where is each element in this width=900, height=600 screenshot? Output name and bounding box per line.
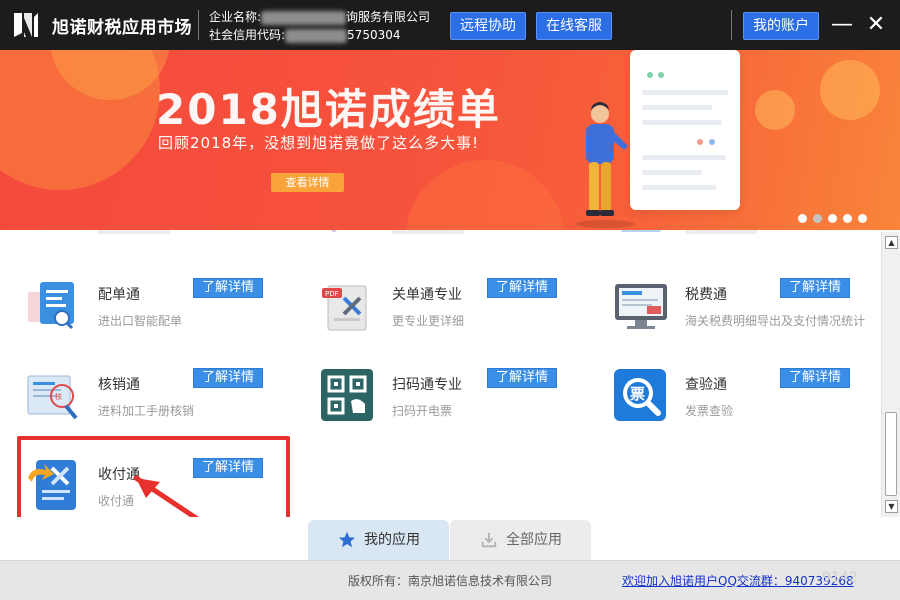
company-info: 企业名称: 询服务有限公司 社会信用代码: 5750304 [209,8,430,44]
partial-row [392,230,464,234]
app-description: 进料加工手册核销 [98,404,195,418]
app-name: 税费通 [685,287,727,303]
close-button[interactable]: ✕ [865,12,887,38]
learn-more-button[interactable]: 了解详情 [780,368,850,388]
redacted-company-name [261,10,347,25]
app-card[interactable]: PDF 关单通专业 更专业更详细 了解详情 [320,278,600,368]
tab-label: 我的应用 [364,532,420,548]
footer: 版权所有：南京旭诺信息技术有限公司 欢迎加入旭诺用户QQ交流群：94073926… [0,560,900,600]
credit-code-suffix: 5750304 [347,28,401,42]
tab-all-apps[interactable]: 全部应用 [450,520,591,560]
partial-row [685,230,757,234]
app-card[interactable]: 票 查验通 发票查验 了解详情 [613,368,881,458]
app-card[interactable]: 配单通 进出口智能配单 了解详情 [26,278,306,368]
app-card[interactable]: 税费通 海关税费明细导出及支付情况统计 了解详情 [613,278,881,368]
learn-more-button[interactable]: 了解详情 [193,368,263,388]
pdf-tools-icon: PDF [322,285,367,331]
app-name: 查验通 [685,377,727,393]
invoice-doc-icon [28,282,74,330]
app-description: 发票查验 [685,404,734,418]
app-description: 扫码开电票 [392,404,453,418]
remote-assist-button[interactable]: 远程协助 [450,12,526,40]
online-service-button[interactable]: 在线客服 [536,12,612,40]
qr-code-icon [321,369,373,421]
carousel-dot[interactable] [843,214,852,223]
banner-subtitle: 回顾2018年，没想到旭诺竟做了这么多大事! [158,134,480,152]
promo-banner[interactable]: 2018旭诺成绩单 回顾2018年，没想到旭诺竟做了这么多大事! 查看详情 [0,50,900,230]
tax-monitor-icon [615,284,667,329]
partial-row [98,230,170,234]
app-name: 关单通专业 [392,287,462,303]
scroll-thumb[interactable] [885,412,897,496]
banner-decoration [405,160,565,230]
tab-label: 全部应用 [506,532,562,548]
divider [198,10,199,40]
partial-row [621,230,661,232]
learn-more-button[interactable]: 了解详情 [487,368,557,388]
star-icon [338,531,356,548]
banner-title: 2018旭诺成绩单 [156,85,501,134]
app-name: 核销通 [98,377,140,393]
svg-text:PDF: PDF [325,290,339,298]
audit-stamp-icon: 核 [27,375,78,420]
minimize-button[interactable]: — [831,12,853,38]
app-name: 扫码通专业 [392,377,462,393]
invoice-search-icon: 票 [614,369,666,421]
app-description: 更专业更详细 [392,314,465,328]
banner-decoration [755,90,795,130]
carousel-dot[interactable] [828,214,837,223]
learn-more-button[interactable]: 了解详情 [487,278,557,298]
banner-decoration [820,60,880,120]
app-card[interactable]: 扫码通专业 扫码开电票 了解详情 [320,368,600,458]
svg-text:票: 票 [630,385,645,403]
app-title: 旭诺财税应用市场 [52,18,192,38]
divider [731,10,732,40]
company-name-label: 企业名称: [209,10,262,24]
app-logo-icon [14,13,38,37]
scroll-up-arrow-icon[interactable]: ▲ [885,236,898,249]
person-illustration-icon [575,102,635,228]
report-paper-illustration [630,50,740,210]
company-name-suffix: 询服务有限公司 [346,10,431,24]
report-lines-icon [642,72,728,190]
vertical-scrollbar[interactable]: ▲ ▼ [881,232,900,518]
partial-row [331,230,337,232]
watermark: 9142 [822,570,858,586]
copyright-text: 版权所有：南京旭诺信息技术有限公司 [348,574,553,588]
learn-more-button[interactable]: 了解详情 [780,278,850,298]
app-description: 海关税费明细导出及支付情况统计 [685,314,866,328]
svg-text:核: 核 [55,392,62,401]
learn-more-button[interactable]: 了解详情 [193,278,263,298]
tab-bar: 我的应用 全部应用 [0,517,900,560]
view-details-button[interactable]: 查看详情 [271,173,344,192]
carousel-dot-active[interactable] [813,214,822,223]
title-bar: 旭诺财税应用市场 企业名称: 询服务有限公司 社会信用代码: 5750304 远程协… [0,0,900,50]
download-icon [481,532,497,548]
app-name: 配单通 [98,287,140,303]
scroll-down-arrow-icon[interactable]: ▼ [885,500,898,513]
redacted-credit-code [285,28,348,43]
credit-code-label: 社会信用代码: [209,28,286,42]
app-description: 进出口智能配单 [98,314,183,328]
carousel-dot[interactable] [858,214,867,223]
qq-group-link[interactable]: 欢迎加入旭诺用户QQ交流群：940739268 [622,572,854,589]
tab-my-apps[interactable]: 我的应用 [308,520,449,560]
my-account-button[interactable]: 我的账户 [743,12,819,40]
carousel-dot[interactable] [798,214,807,223]
